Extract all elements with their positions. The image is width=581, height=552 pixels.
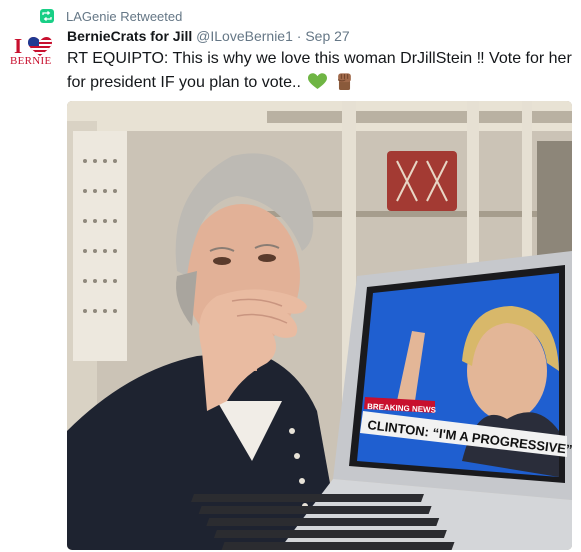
- retweet-icon: [40, 9, 54, 23]
- tweet-card[interactable]: LAGenie Retweeted I BERNIE BernieCrats f…: [0, 0, 581, 552]
- tweet-text: RT EQUIPTO: This is why we love this wom…: [67, 47, 572, 98]
- green-heart-icon: [308, 73, 328, 98]
- avatar-word: BERNIE: [10, 55, 52, 67]
- avatar[interactable]: I BERNIE: [8, 34, 56, 70]
- retweet-context: LAGenie Retweeted: [40, 7, 182, 25]
- separator-dot: ·: [296, 28, 302, 44]
- tweet-timestamp[interactable]: Sep 27: [305, 28, 349, 44]
- raised-fist-icon: [335, 71, 354, 98]
- user-handle[interactable]: @ILoveBernie1: [196, 28, 293, 44]
- retweeted-by-label[interactable]: LAGenie Retweeted: [66, 9, 182, 24]
- tweet-photo[interactable]: BREAKING NEWS CLINTON: “I'M A PROGRESSIV…: [67, 101, 572, 550]
- display-name[interactable]: BernieCrats for Jill: [67, 28, 192, 44]
- tweet-header: BernieCrats for Jill @ILoveBernie1 · Sep…: [67, 28, 350, 44]
